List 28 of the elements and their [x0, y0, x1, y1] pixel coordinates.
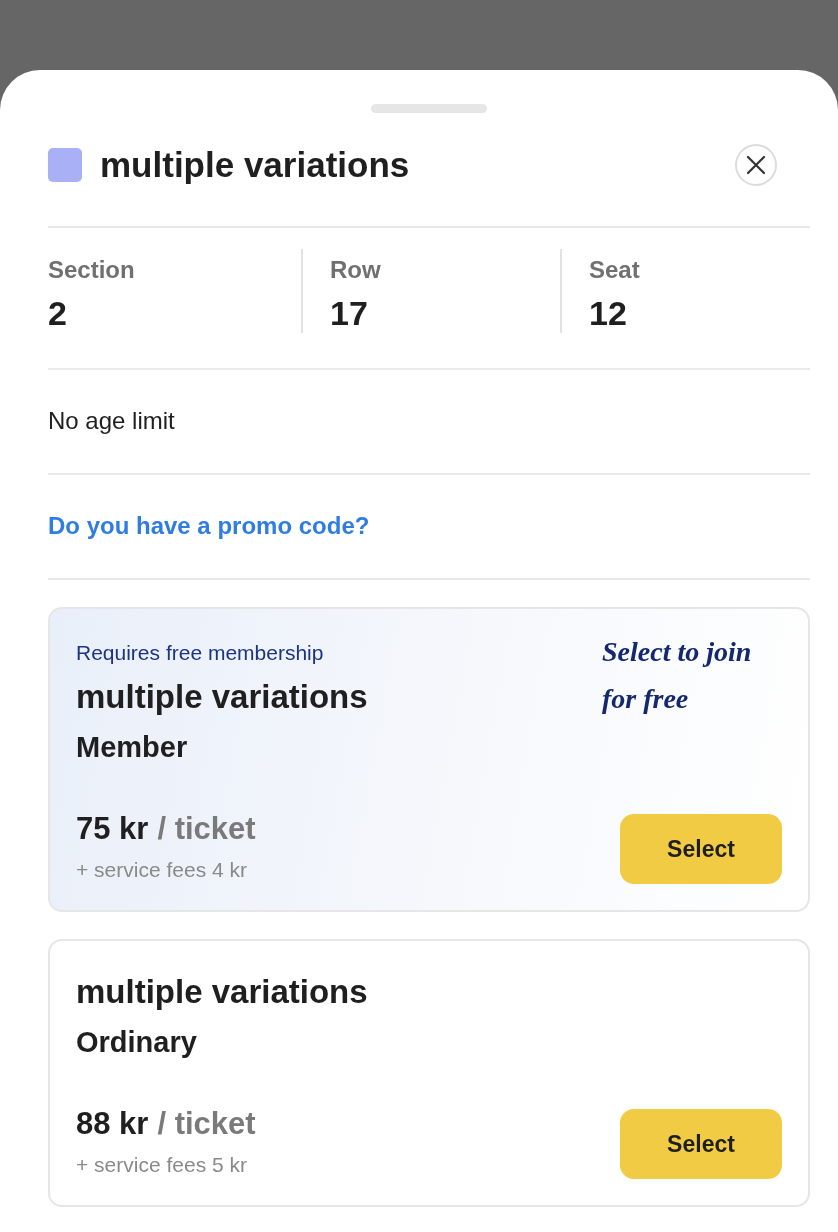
sheet-title: multiple variations — [100, 144, 411, 186]
membership-note: Requires free membership — [76, 640, 325, 666]
seat-value: 2 — [48, 293, 68, 333]
seat-value: 12 — [589, 293, 628, 333]
age-limit-text: No age limit — [48, 407, 175, 434]
drag-handle[interactable] — [371, 104, 487, 113]
close-icon — [746, 155, 766, 175]
ticket-title: multiple variations — [76, 972, 368, 1012]
select-button[interactable]: Select — [620, 814, 782, 884]
join-callout-text: Select to join for free — [602, 635, 753, 716]
ticket-variant: Ordinary — [76, 1025, 198, 1060]
seat-label: Seat — [589, 255, 640, 285]
promo-code-link[interactable]: Do you have a promo code? — [48, 511, 370, 541]
price-unit: / ticket — [157, 809, 256, 848]
seat-value: 17 — [330, 293, 369, 333]
ticket-price: 88 kr — [76, 1104, 149, 1143]
price-unit: / ticket — [157, 1104, 256, 1143]
ticket-variant: Member — [76, 730, 189, 765]
select-button[interactable]: Select — [620, 1109, 782, 1179]
close-button[interactable] — [735, 144, 777, 186]
service-fees-text: + service fees 4 kr — [76, 856, 248, 883]
ticket-price: 75 kr — [76, 809, 149, 848]
ticket-option-card[interactable]: Requires free membership multiple variations Member Select to join for free 75 kr / ticket + service fees 4 kr Select — [48, 607, 810, 912]
service-fees-text: + service fees 5 kr — [76, 1151, 248, 1178]
seat-label: Row — [330, 255, 382, 285]
ticket-option-card[interactable]: multiple variations Ordinary 88 kr / ticket + service fees 5 kr Select — [48, 939, 810, 1207]
ticket-title: multiple variations — [76, 677, 368, 717]
seat-label: Section — [48, 255, 136, 285]
